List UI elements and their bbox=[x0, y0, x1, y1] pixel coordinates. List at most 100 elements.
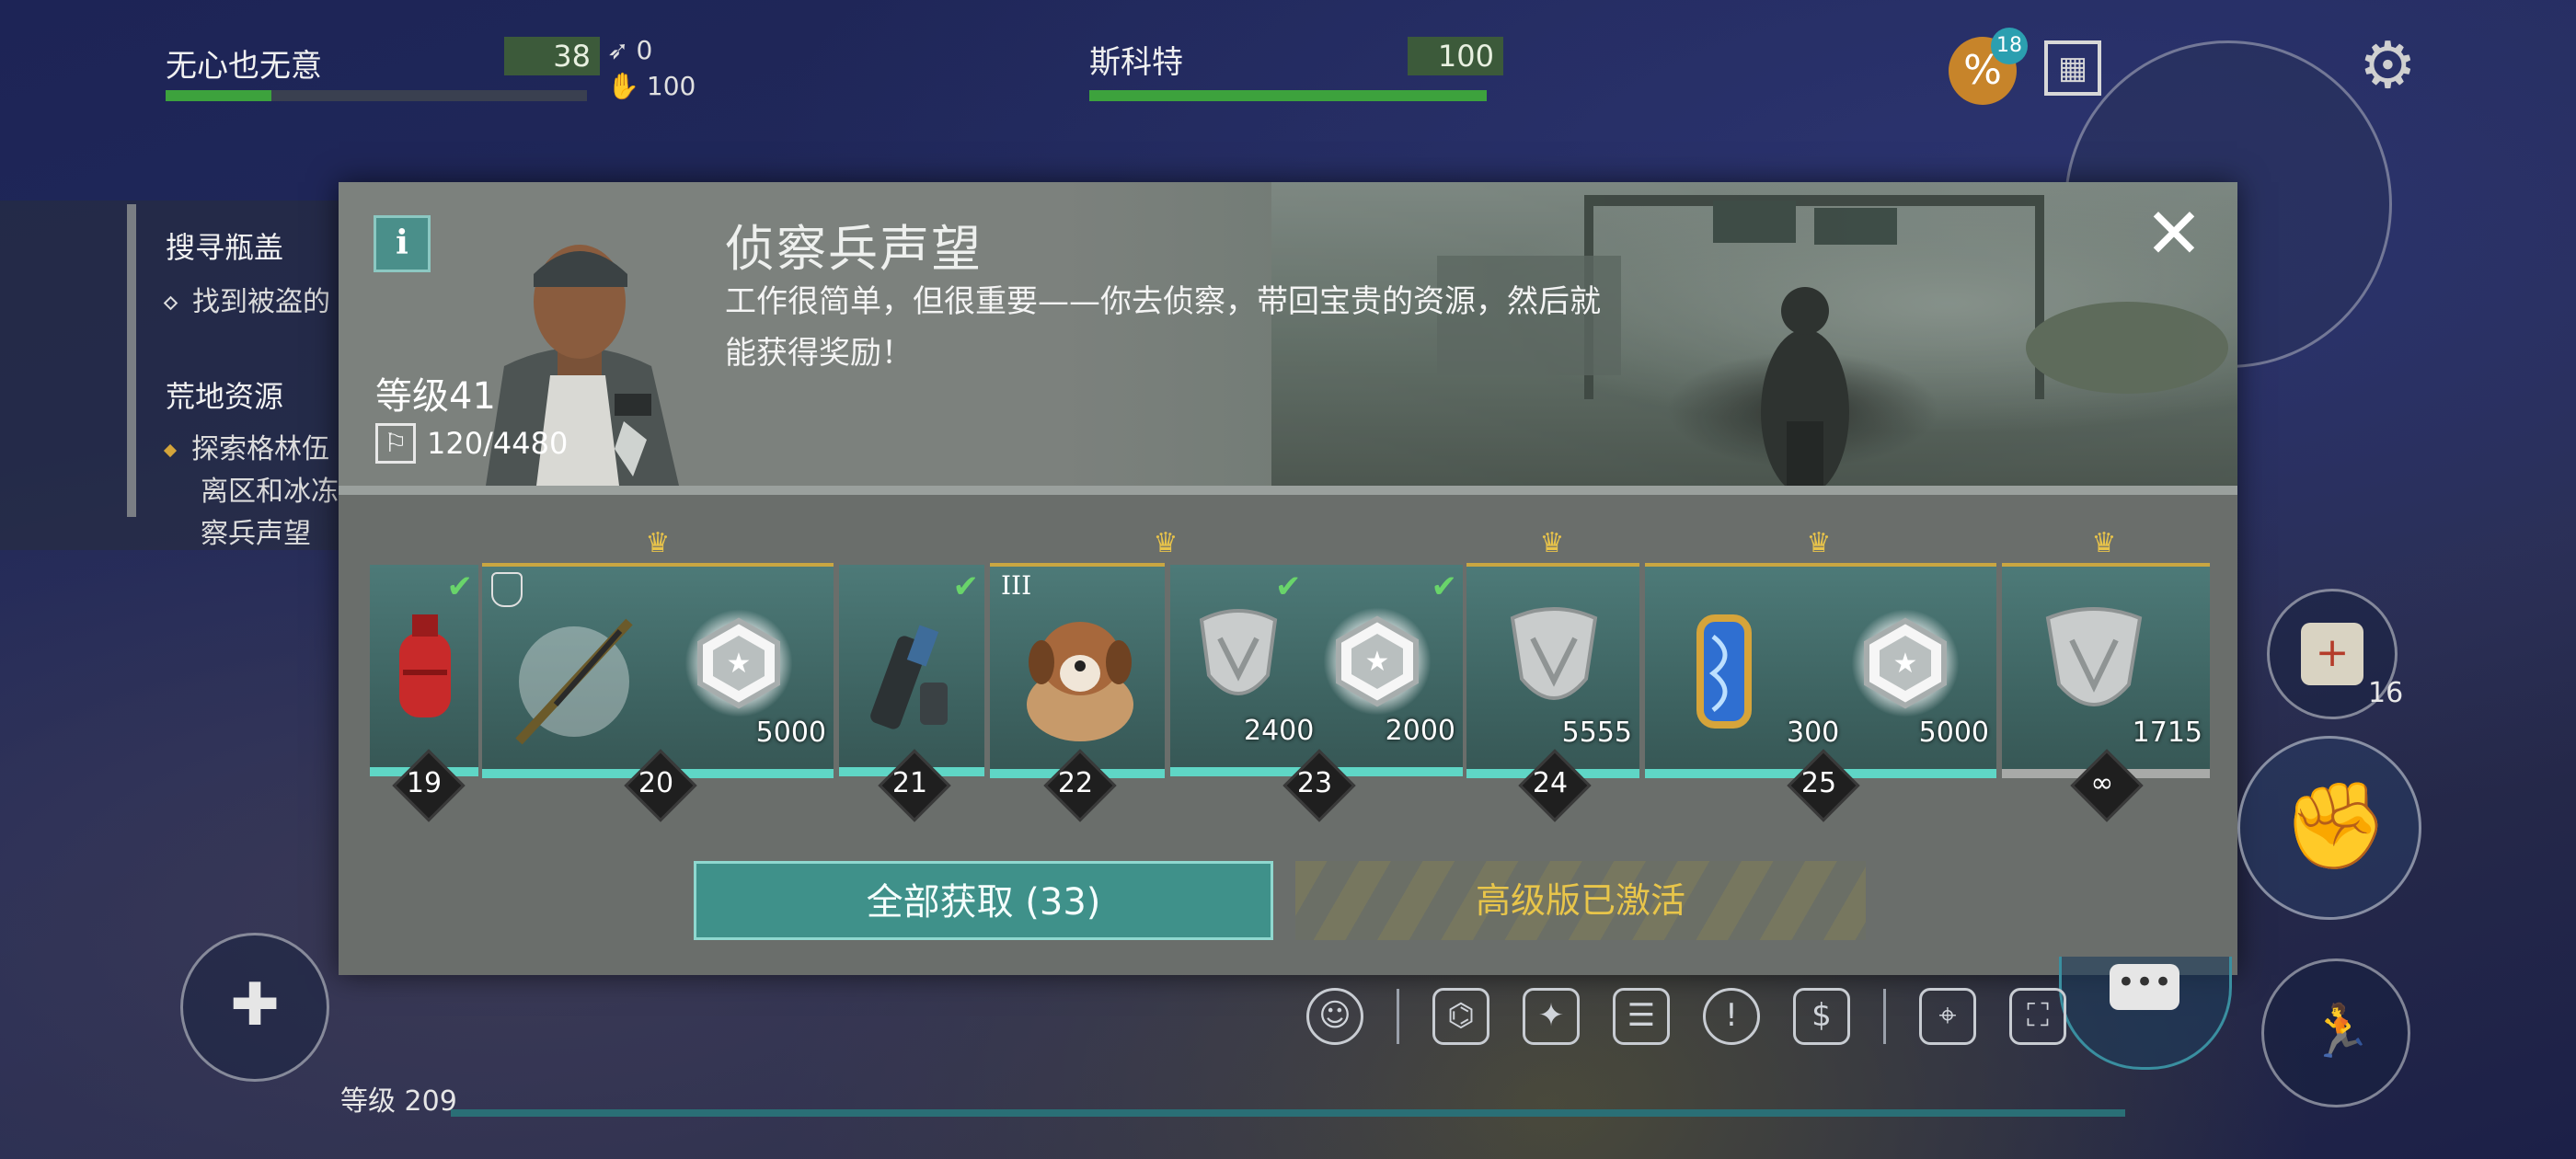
level-number: 19 bbox=[406, 767, 443, 799]
reward-tile-19[interactable]: ✔ bbox=[370, 565, 478, 776]
claimed-check-icon: ✔ bbox=[952, 568, 980, 605]
reward-qty: 5000 bbox=[755, 717, 826, 749]
coins-icon[interactable]: $ bbox=[1793, 988, 1850, 1045]
modal-banner: i 等级41 ⚐ 120/4480 侦察兵声望 工作很简单，但很重要——你去侦察… bbox=[339, 182, 2237, 486]
stats: ➶ 0 ✋ 100 bbox=[607, 35, 696, 101]
premium-status-banner: 高级版已激活 bbox=[1295, 861, 1866, 940]
quests-board-icon[interactable]: ☰ bbox=[1613, 988, 1670, 1045]
reward-tile-20[interactable]: ★ 5000 bbox=[482, 563, 834, 778]
reward-qty-2: 5000 bbox=[1918, 717, 1989, 749]
reward-tile-infinite[interactable]: 1715 bbox=[2002, 563, 2210, 778]
plus-icon: ✚ bbox=[230, 971, 280, 1039]
crown-icon: ♛ bbox=[1539, 527, 1565, 559]
alert-icon[interactable]: ! bbox=[1703, 988, 1760, 1045]
reputation-xp: ⚐ 120/4480 bbox=[375, 423, 568, 464]
level-number: 21 bbox=[891, 767, 928, 799]
silver-badge-icon bbox=[1510, 607, 1598, 700]
map-icon[interactable]: ⌖ bbox=[1919, 988, 1976, 1045]
quest-item-caps: 找到被盗的 bbox=[163, 281, 330, 324]
player2-value: 100 bbox=[1408, 37, 1503, 75]
banner-divider bbox=[339, 486, 2237, 495]
reward-qty: 2400 bbox=[1244, 715, 1315, 747]
scout-emblem-icon: ★ bbox=[684, 609, 793, 717]
crown-icon: ♛ bbox=[645, 527, 671, 559]
stat-hands: ✋ 100 bbox=[607, 71, 696, 101]
bullet-icon: ➶ bbox=[607, 35, 629, 65]
medkit-icon: + bbox=[2301, 623, 2363, 685]
chat-bubble-icon: ••• bbox=[2110, 964, 2179, 1010]
player2-name: 斯科特 bbox=[1089, 44, 1183, 81]
hand-icon: ✋ bbox=[607, 71, 639, 101]
level-number: 24 bbox=[1532, 767, 1569, 799]
info-button[interactable]: i bbox=[374, 215, 431, 272]
player-xp-bar bbox=[451, 1109, 2125, 1117]
reward-qty: 5555 bbox=[1561, 717, 1632, 749]
claimed-check-icon: ✔ bbox=[446, 568, 474, 605]
level-number: 23 bbox=[1296, 767, 1333, 799]
reward-qty: 300 bbox=[1787, 717, 1840, 749]
quest-title-resources: 荒地资源 bbox=[166, 379, 284, 414]
level-number: ∞ bbox=[2090, 767, 2114, 799]
chat-button[interactable]: ••• bbox=[2059, 957, 2232, 1070]
clan-emblem-icon[interactable]: ✦ bbox=[1523, 988, 1580, 1045]
close-icon[interactable]: ✕ bbox=[2142, 199, 2206, 269]
crown-icon: ♛ bbox=[1153, 527, 1179, 559]
reward-tile-21[interactable]: ✔ bbox=[839, 565, 984, 776]
fist-icon: ✊ bbox=[2283, 776, 2388, 875]
player1-value: 38 bbox=[504, 37, 600, 75]
reputation-level: 等级41 bbox=[375, 375, 496, 418]
player-level: 等级 209 bbox=[340, 1085, 457, 1118]
scout-emblem-icon: ★ bbox=[1323, 607, 1432, 716]
modal-description: 工作很简单，但很重要——你去侦察，带回宝贵的资源，然后就能获得奖励！ bbox=[725, 283, 1601, 372]
gas-canister-icon bbox=[399, 614, 451, 717]
claim-all-button[interactable]: 全部获取 (33) bbox=[694, 861, 1273, 940]
friends-icon[interactable]: ☺ bbox=[1306, 988, 1363, 1045]
dna-icon[interactable]: ⌬ bbox=[1432, 988, 1489, 1045]
settings-gear-icon[interactable]: ⚙ bbox=[2359, 33, 2417, 98]
stat-bullets: ➶ 0 bbox=[607, 35, 653, 65]
reward-tile-23[interactable]: 2400 ★ 2000 ✔ ✔ bbox=[1170, 565, 1463, 776]
toolbar-separator bbox=[1883, 989, 1886, 1044]
medkit-count: 16 bbox=[2368, 677, 2404, 709]
crown-icon: ♛ bbox=[1806, 527, 1832, 559]
silver-badge-icon bbox=[1199, 609, 1278, 695]
attack-button[interactable]: ✊ bbox=[2237, 736, 2421, 920]
svg-text:★: ★ bbox=[1893, 648, 1918, 680]
level-number: 25 bbox=[1800, 767, 1837, 799]
bottom-toolbar: ☺ ⌬ ✦ ☰ ! $ ⌖ ⛶ bbox=[1306, 988, 2066, 1045]
player2-health-bar bbox=[1089, 90, 1487, 101]
player1-name: 无心也无意 bbox=[166, 48, 322, 85]
badge-count: 18 bbox=[1991, 28, 2028, 64]
dna-capsule-icon bbox=[1696, 614, 1752, 729]
level-number: 22 bbox=[1057, 767, 1094, 799]
claimed-check-icon: ✔ bbox=[1431, 568, 1458, 605]
shield-icon bbox=[491, 572, 523, 607]
claimed-check-icon: ✔ bbox=[1275, 568, 1302, 605]
svg-text:★: ★ bbox=[727, 648, 752, 680]
sprint-button[interactable]: 🏃 bbox=[2261, 958, 2410, 1107]
level-number: 20 bbox=[638, 767, 674, 799]
running-icon: 🏃 bbox=[2308, 1002, 2373, 1061]
heal-button[interactable]: ✚ bbox=[180, 933, 329, 1082]
dog-icon bbox=[1027, 622, 1133, 741]
reward-qty: 1715 bbox=[2132, 717, 2202, 749]
reward-tile-22[interactable]: III bbox=[990, 563, 1165, 778]
quest-title-caps: 搜寻瓶盖 bbox=[166, 230, 284, 265]
toolbar-separator bbox=[1397, 989, 1399, 1044]
reputation-xp-icon: ⚐ bbox=[375, 423, 416, 464]
reward-qty-2: 2000 bbox=[1385, 715, 1455, 747]
svg-text:★: ★ bbox=[1365, 646, 1390, 678]
quest-divider bbox=[127, 204, 136, 517]
reward-tile-25[interactable]: 300 ★ 5000 bbox=[1645, 563, 1996, 778]
quest-item-resources: 探索格林伍 离区和冰冻 察兵声望 bbox=[163, 429, 339, 556]
reputation-modal: i 等级41 ⚐ 120/4480 侦察兵声望 工作很简单，但很重要——你去侦察… bbox=[339, 182, 2237, 975]
crown-icon: ♛ bbox=[2091, 527, 2117, 559]
modal-title: 侦察兵声望 bbox=[725, 220, 983, 278]
reward-tile-24[interactable]: 5555 bbox=[1466, 563, 1639, 778]
gift-icon[interactable]: ▦ bbox=[2044, 40, 2101, 96]
backpack-icon[interactable]: ⛶ bbox=[2009, 988, 2066, 1045]
scout-emblem-icon: ★ bbox=[1851, 609, 1960, 717]
sniper-rifle-icon bbox=[515, 618, 633, 745]
player1-health-bar bbox=[166, 90, 587, 101]
weapon-mod-icon bbox=[870, 625, 948, 729]
